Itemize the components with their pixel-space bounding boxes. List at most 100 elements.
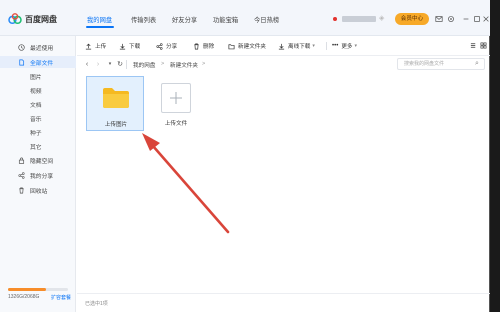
refresh-icon[interactable]: ↻ <box>116 59 124 69</box>
file-grid: 上传图片 上传文件 <box>77 73 490 293</box>
upload-label: 上传 <box>95 44 107 50</box>
download-label: 下载 <box>129 44 141 50</box>
username-redacted[interactable] <box>342 16 376 22</box>
minimize-icon[interactable] <box>461 14 471 24</box>
chevron-down-icon: ▾ <box>354 43 358 49</box>
sidebar-item-all-files[interactable]: 全部文件 <box>0 56 76 68</box>
storage-usage-fill <box>8 288 47 291</box>
chevron-down-icon: ▾ <box>312 43 315 49</box>
sidebar-item-label: 我的分享 <box>30 173 54 180</box>
trash-icon <box>194 43 199 49</box>
share-icon <box>156 42 163 50</box>
sidebar-item-label: 回收站 <box>30 188 48 195</box>
share-icon <box>18 171 25 179</box>
new-folder-icon <box>228 43 235 49</box>
toolbar: 上传 下载 分享 删除 新建文件夹 离线下载 ▾ ••• 更多 ▾ <box>77 36 490 56</box>
new-folder-button[interactable]: 新建文件夹 <box>228 42 266 50</box>
forward-icon[interactable]: › <box>94 59 102 69</box>
sidebar: 最近使用 全部文件 图片 视频 文档 音乐 种子 其它 隐藏空间 我的分享 回收… <box>0 36 76 312</box>
tab-friend-share[interactable]: 好友分享 <box>172 15 197 24</box>
app-logo: 百度网盘 <box>8 12 76 26</box>
sidebar-item-label: 其它 <box>30 144 42 151</box>
share-label: 分享 <box>166 44 178 50</box>
app-window: 百度网盘 我的网盘 传输列表 好友分享 功能宝箱 今日热榜 ◈ 会员中心 最近使… <box>0 0 490 312</box>
tab-transfer-list[interactable]: 传输列表 <box>131 15 156 24</box>
cloud-logo-icon <box>8 13 22 25</box>
close-icon[interactable] <box>482 14 490 24</box>
title-bar: 百度网盘 我的网盘 传输列表 好友分享 功能宝箱 今日热榜 ◈ 会员中心 <box>0 0 490 36</box>
search-icon[interactable]: ⌕ <box>475 60 479 68</box>
sidebar-item-hidden-space[interactable]: 隐藏空间 <box>0 154 76 166</box>
sidebar-item-label: 文档 <box>30 102 42 109</box>
member-center-button[interactable]: 会员中心 <box>395 13 429 25</box>
active-tab-indicator <box>86 26 114 28</box>
breadcrumb-separator: > <box>202 61 206 67</box>
sidebar-item-label: 最近使用 <box>30 45 54 52</box>
sidebar-item-documents[interactable]: 文档 <box>0 98 76 110</box>
vip-badge-icon: ◈ <box>379 15 385 22</box>
upload-file-tile[interactable] <box>161 83 191 113</box>
sidebar-item-label: 种子 <box>30 130 42 137</box>
folder-item-selected[interactable]: 上传图片 <box>86 76 144 131</box>
delete-button[interactable]: 删除 <box>193 42 214 50</box>
mail-icon[interactable] <box>434 14 444 24</box>
selection-status: 已选中1项 <box>85 301 108 307</box>
storage-usage-text: 1326G/2068G <box>8 294 40 300</box>
sort-button[interactable] <box>480 42 490 49</box>
tab-today-hot[interactable]: 今日热榜 <box>254 15 279 24</box>
history-dropdown-icon[interactable]: ▾ <box>106 59 114 69</box>
expand-storage-link[interactable]: 扩容套餐 <box>51 294 71 301</box>
folder-icon <box>103 88 129 108</box>
sidebar-item-music[interactable]: 音乐 <box>0 112 76 124</box>
upload-file-label: 上传文件 <box>164 121 188 127</box>
more-dots-icon: ••• <box>332 43 339 49</box>
upload-button[interactable]: 上传 <box>85 42 106 50</box>
offline-download-icon <box>278 43 285 49</box>
folder-name: 上传图片 <box>104 122 128 128</box>
settings-gear-icon[interactable] <box>446 14 456 24</box>
breadcrumb-new-folder[interactable]: 新建文件夹 <box>170 61 198 69</box>
trash-icon <box>18 187 25 194</box>
address-divider <box>126 60 127 69</box>
sidebar-item-recycle-bin[interactable]: 回收站 <box>0 184 76 196</box>
tab-my-netdisk[interactable]: 我的网盘 <box>87 15 112 24</box>
notification-dot <box>333 17 337 21</box>
breadcrumb-my-netdisk[interactable]: 我的网盘 <box>133 61 155 69</box>
upload-icon <box>85 43 92 49</box>
back-icon[interactable]: ‹ <box>83 59 91 69</box>
view-toggle-button[interactable] <box>470 42 480 49</box>
lock-icon <box>18 157 25 164</box>
file-icon <box>18 59 25 66</box>
more-label: 更多 <box>341 44 353 50</box>
sidebar-item-images[interactable]: 图片 <box>0 70 76 82</box>
status-bar: 已选中1项 <box>77 293 490 312</box>
breadcrumb-separator: > <box>161 61 165 67</box>
clock-icon <box>18 43 25 51</box>
sidebar-item-label: 全部文件 <box>30 60 54 67</box>
search-input[interactable]: 搜索我的网盘文件 <box>397 58 485 70</box>
sidebar-item-my-shares[interactable]: 我的分享 <box>0 169 76 181</box>
new-folder-label: 新建文件夹 <box>238 44 266 50</box>
grid-view-icon <box>480 42 487 49</box>
sidebar-item-label: 图片 <box>30 74 42 81</box>
list-view-icon <box>470 43 476 48</box>
offline-download-button[interactable]: 离线下载 ▾ <box>278 42 315 50</box>
maximize-icon[interactable] <box>472 14 482 24</box>
sidebar-item-label: 音乐 <box>30 116 42 123</box>
toolbar-divider <box>326 42 327 50</box>
sidebar-item-others[interactable]: 其它 <box>0 140 76 152</box>
plus-icon <box>170 92 182 104</box>
tab-feature-box[interactable]: 功能宝箱 <box>213 15 238 24</box>
address-bar: ‹ › ▾ ↻ 我的网盘 > 新建文件夹 > 搜索我的网盘文件 ⌕ <box>77 56 490 73</box>
more-button[interactable]: ••• 更多 ▾ <box>332 42 357 50</box>
download-button[interactable]: 下载 <box>119 42 140 50</box>
storage-usage-bar <box>8 288 68 291</box>
sidebar-item-torrents[interactable]: 种子 <box>0 126 76 138</box>
download-icon <box>119 43 126 49</box>
sidebar-item-label: 隐藏空间 <box>30 158 54 165</box>
sidebar-item-recent[interactable]: 最近使用 <box>0 41 76 53</box>
share-button[interactable]: 分享 <box>156 42 177 50</box>
delete-label: 删除 <box>203 44 215 50</box>
sidebar-item-videos[interactable]: 视频 <box>0 84 76 96</box>
sidebar-item-label: 视频 <box>30 88 42 95</box>
